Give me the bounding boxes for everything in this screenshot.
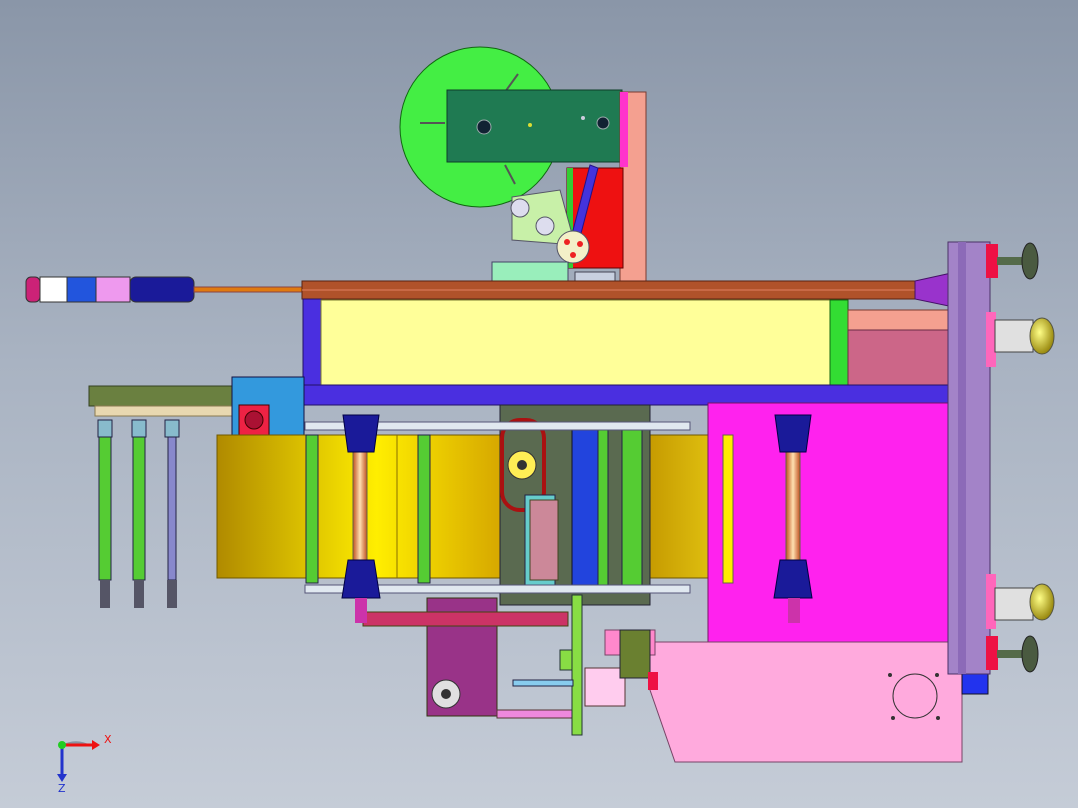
label-band <box>320 299 832 387</box>
roller-foot <box>167 580 177 608</box>
x-axis-label: X <box>104 733 112 746</box>
lower-purple-beam <box>302 384 952 406</box>
guide-roller <box>535 216 555 236</box>
hw-knob <box>1021 242 1039 280</box>
label-reel-assembly <box>399 46 647 291</box>
shaft <box>352 451 368 563</box>
roller-cap <box>164 419 180 438</box>
vertical-green <box>597 429 609 591</box>
handwheel-top <box>997 242 1039 280</box>
rail-outer <box>947 241 991 675</box>
olive-block <box>619 629 651 679</box>
bobbin-cone-top <box>774 414 812 453</box>
mounting-plate <box>446 89 623 163</box>
knob-clamp <box>994 587 1034 621</box>
bobbin-cone-top <box>342 414 380 453</box>
axis-triad: X Z <box>57 733 112 795</box>
bobbin-cone-bottom <box>341 559 381 599</box>
base-screw <box>888 673 892 677</box>
pulley-hub <box>517 460 527 470</box>
pink-base <box>649 641 963 763</box>
base-screw <box>891 716 895 720</box>
tower-segment <box>95 276 131 303</box>
plate-hole <box>596 116 610 130</box>
hw-knob <box>1021 635 1039 673</box>
vertical-green <box>621 429 643 591</box>
hw-shaft <box>997 257 1025 265</box>
sensor-lens <box>244 410 264 430</box>
knob-clamp <box>994 319 1034 353</box>
left-feed-section <box>88 376 305 438</box>
base-screw <box>936 716 940 720</box>
tower-segment <box>66 276 97 303</box>
triad-origin <box>58 741 66 749</box>
roller-foot <box>134 580 144 608</box>
guide-rollers-left <box>97 419 180 608</box>
tower-segment <box>129 276 195 303</box>
rail-red-cap <box>986 636 998 670</box>
adjust-knob-upper <box>994 317 1055 355</box>
drive-hub <box>441 689 451 699</box>
magenta-tube <box>362 611 569 627</box>
pale-cylinder <box>584 667 626 707</box>
tower-segment <box>25 276 41 303</box>
vertical-post-magenta <box>620 92 628 167</box>
z-arrowhead <box>57 774 67 782</box>
wheel-dot <box>577 241 583 247</box>
pink-link <box>496 709 578 719</box>
knob <box>1029 583 1055 621</box>
plate-hole <box>476 119 492 135</box>
handwheel-bottom <box>997 635 1039 673</box>
tower-rod <box>193 286 305 293</box>
guide-roller <box>167 436 177 581</box>
rod <box>512 679 574 687</box>
adjust-knob-lower <box>994 583 1055 621</box>
roller-cap <box>97 419 113 438</box>
upper-frame <box>301 269 969 406</box>
guide-roller <box>305 434 319 584</box>
cad-drawing-canvas: X Z <box>25 46 1055 795</box>
rail-inner <box>958 242 966 674</box>
guide-roller <box>132 436 146 581</box>
wheel-dot <box>564 239 570 245</box>
signal-tower <box>25 276 305 303</box>
mauve-panel <box>847 329 949 386</box>
plate-screw <box>528 123 532 127</box>
right-rail <box>947 241 998 675</box>
green-upright <box>829 299 849 387</box>
cylinder <box>529 499 559 581</box>
shaft-end <box>355 598 367 623</box>
wheel-dot <box>570 252 576 258</box>
shaft <box>785 451 801 563</box>
roller-cap <box>131 419 147 438</box>
z-axis-label: Z <box>58 782 66 795</box>
x-arrowhead <box>92 740 100 750</box>
dancer-wheel <box>556 230 590 264</box>
tower-segment <box>39 276 68 303</box>
blue-foot <box>961 671 989 695</box>
guide-roller <box>722 434 734 584</box>
frame-purple-left <box>302 298 322 390</box>
bobbin-cone-bottom <box>773 559 813 599</box>
vertical-blue <box>571 429 599 591</box>
shaft-end <box>788 598 800 623</box>
base-screw <box>935 673 939 677</box>
guide-roller <box>98 436 112 581</box>
plate-screw <box>581 116 585 120</box>
rail-red-cap <box>986 244 998 278</box>
magenta-panel <box>707 402 952 644</box>
red-small <box>648 672 658 690</box>
knob <box>1029 317 1055 355</box>
green-rail <box>571 594 583 736</box>
guide-roller <box>417 434 431 584</box>
hw-shaft <box>997 650 1025 658</box>
roller-foot <box>100 580 110 608</box>
guide-roller <box>510 198 530 218</box>
